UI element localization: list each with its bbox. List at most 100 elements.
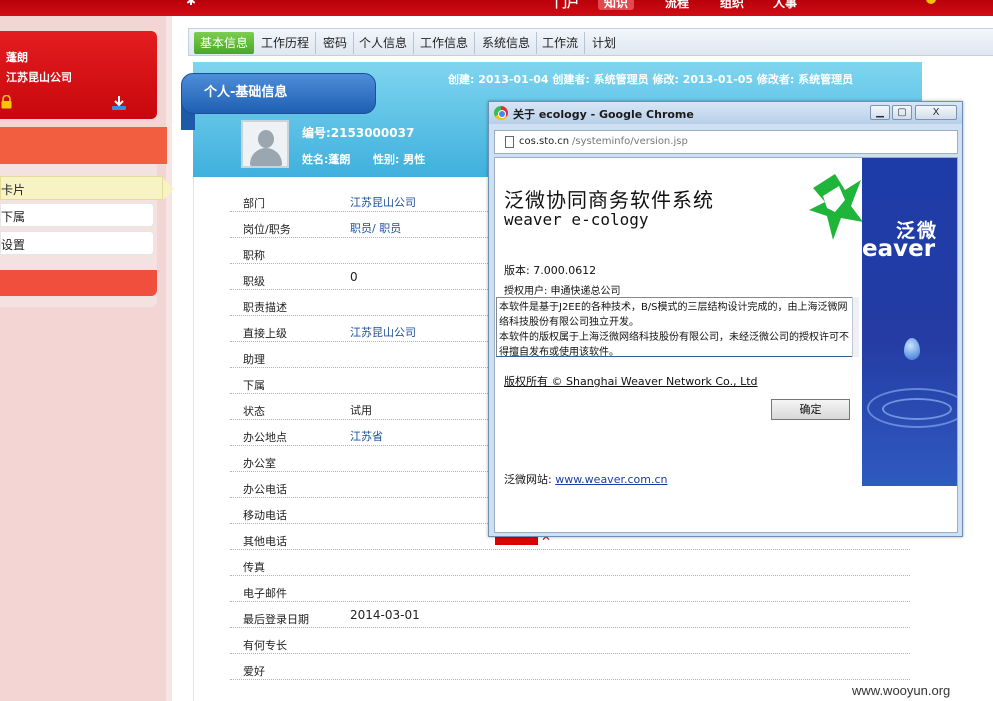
field-value: 2014-03-01 bbox=[350, 608, 420, 622]
address-path: /systeminfo/version.jsp bbox=[572, 136, 688, 147]
field-label: 助理 bbox=[243, 353, 265, 366]
tab-work-history[interactable]: 工作历程 bbox=[255, 32, 317, 54]
about-dialog-window: 关于 ecology - Google Chrome ▁ ▢ X cos.sto… bbox=[488, 101, 963, 537]
menu-item-settings[interactable]: 设置 bbox=[0, 231, 154, 255]
maximize-button[interactable]: ▢ bbox=[892, 105, 912, 120]
field-label: 职责描述 bbox=[243, 301, 287, 314]
logo-en-text: eaver bbox=[862, 236, 936, 262]
dialog-body: 泛微协同商务软件系统 weaver e-cology 版本: 7.000.061… bbox=[494, 157, 958, 533]
table-row: 电子邮件 bbox=[230, 576, 910, 602]
address-bar[interactable]: cos.sto.cn /systeminfo/version.jsp bbox=[494, 130, 958, 154]
nav-item-workflow[interactable]: 流程 bbox=[665, 0, 689, 10]
field-value: 0 bbox=[350, 270, 358, 284]
minimize-button[interactable]: ▁ bbox=[870, 105, 890, 120]
employee-number: 编号:2153000037 bbox=[302, 126, 415, 140]
field-label: 下属 bbox=[243, 379, 265, 392]
dialog-title-bar[interactable]: 关于 ecology - Google Chrome ▁ ▢ X bbox=[489, 102, 962, 124]
nav-item-organization[interactable]: 组织 bbox=[720, 0, 744, 10]
logo-fragment-icon: ✱ bbox=[186, 0, 197, 8]
field-value[interactable]: 江苏省 bbox=[350, 428, 383, 444]
document-icon bbox=[505, 136, 514, 148]
tab-workflow[interactable]: 工作流 bbox=[536, 32, 586, 54]
chrome-icon bbox=[494, 106, 508, 120]
left-menu-footer bbox=[0, 270, 157, 296]
product-name-en: weaver e-cology bbox=[504, 210, 649, 229]
tab-job-info[interactable]: 工作信息 bbox=[414, 32, 476, 54]
ripple-graphic-inner bbox=[882, 398, 952, 420]
water-drop-icon bbox=[904, 338, 920, 360]
weaver-logo-icon bbox=[809, 174, 863, 240]
nav-item-hr[interactable]: 人事 bbox=[773, 0, 797, 10]
user-name: 蓬朗 bbox=[6, 51, 28, 64]
notice-scrollbar[interactable] bbox=[852, 297, 859, 357]
employee-name: 姓名:蓬朗 bbox=[302, 153, 351, 166]
selected-arrow bbox=[163, 178, 174, 200]
section-title: 个人-基础信息 bbox=[204, 85, 288, 100]
website-label: 泛微网站: bbox=[504, 473, 556, 486]
watermark: www.wooyun.org bbox=[852, 683, 951, 698]
tab-basic-info[interactable]: 基本信息 bbox=[194, 32, 255, 54]
field-label: 传真 bbox=[243, 561, 265, 574]
version-text: 版本: 7.000.0612 bbox=[504, 264, 597, 277]
license-notice-line-2: 本软件的版权属于上海泛微网络科技股份有限公司，未经泛微公司的授权许可不得擅自发布… bbox=[499, 332, 849, 358]
menu-item-subordinates-label: 下属 bbox=[1, 210, 26, 224]
tab-plan[interactable]: 计划 bbox=[586, 32, 622, 54]
field-label: 职级 bbox=[243, 275, 265, 288]
field-label: 有何专长 bbox=[243, 639, 287, 652]
field-label: 直接上级 bbox=[243, 327, 287, 340]
website-link[interactable]: www.weaver.com.cn bbox=[555, 473, 667, 486]
ok-button[interactable]: 确定 bbox=[771, 399, 850, 420]
dialog-title: 关于 ecology - Google Chrome bbox=[513, 108, 694, 121]
address-host: cos.sto.cn bbox=[519, 136, 570, 147]
user-company: 江苏昆山公司 bbox=[6, 71, 72, 84]
section-title-pill: 个人-基础信息 bbox=[181, 73, 376, 114]
table-row: 传真 bbox=[230, 550, 910, 576]
field-label: 部门 bbox=[243, 197, 265, 210]
tab-personal-info[interactable]: 个人信息 bbox=[353, 32, 415, 54]
menu-item-card-label: 卡片 bbox=[1, 183, 26, 197]
info-tab-bar: 基本信息 工作历程 密码 个人信息 工作信息 系统信息 工作流 计划 bbox=[188, 28, 993, 56]
field-value[interactable]: 江苏昆山公司 bbox=[350, 194, 416, 210]
employee-sex: 性别: 男性 bbox=[373, 153, 426, 166]
notification-icon[interactable] bbox=[926, 0, 936, 4]
lock-icon[interactable] bbox=[0, 95, 13, 109]
table-row: 爱好 bbox=[230, 654, 910, 680]
field-label: 办公电话 bbox=[243, 483, 287, 496]
field-value[interactable]: 职员/ 职员 bbox=[350, 220, 401, 236]
field-label: 岗位/职务 bbox=[243, 223, 291, 236]
avatar-icon bbox=[241, 120, 289, 168]
left-menu-header bbox=[0, 127, 167, 164]
field-value: 试用 bbox=[350, 404, 372, 417]
close-button[interactable]: X bbox=[915, 105, 957, 120]
license-notice[interactable]: 本软件是基于J2EE的各种技术，B/S模式的三层结构设计完成的，由上海泛微网络科… bbox=[496, 297, 858, 358]
field-label: 状态 bbox=[243, 405, 265, 418]
red-marker bbox=[495, 536, 538, 545]
nav-item-knowledge[interactable]: 知识 bbox=[598, 0, 635, 10]
tab-system-info[interactable]: 系统信息 bbox=[476, 32, 538, 54]
field-label: 职称 bbox=[243, 249, 265, 262]
download-icon[interactable] bbox=[111, 95, 127, 111]
table-row: 最后登录日期 2014-03-01 bbox=[230, 602, 910, 628]
field-label: 办公室 bbox=[243, 457, 276, 470]
license-notice-line-1: 本软件是基于J2EE的各种技术，B/S模式的三层结构设计完成的，由上海泛微网络科… bbox=[499, 302, 848, 328]
top-nav-bar: ✱ 门户 知识 流程 组织 人事 bbox=[0, 0, 993, 16]
brand-panel: 泛微 eaver bbox=[862, 158, 957, 486]
field-label: 移动电话 bbox=[243, 509, 287, 522]
licensee-text: 授权用户: 申通快递总公司 bbox=[504, 286, 621, 297]
field-label: 电子邮件 bbox=[243, 587, 287, 600]
copyright-text: 版权所有 © Shanghai Weaver Network Co., Ltd bbox=[504, 375, 758, 388]
menu-item-subordinates[interactable]: 下属 bbox=[0, 203, 154, 227]
field-label: 爱好 bbox=[243, 665, 265, 678]
nav-item-portal[interactable]: 门户 bbox=[555, 0, 579, 10]
product-name-cn: 泛微协同商务软件系统 bbox=[504, 188, 714, 212]
record-meta: 创建: 2013-01-04 创建者: 系统管理员 修改: 2013-01-05… bbox=[448, 73, 854, 86]
table-row: 有何专长 bbox=[230, 628, 910, 654]
field-label: 其他电话 bbox=[243, 535, 287, 548]
field-value[interactable]: 江苏昆山公司 bbox=[350, 324, 416, 340]
menu-item-card[interactable]: 卡片 bbox=[0, 176, 174, 200]
tab-password[interactable]: 密码 bbox=[317, 32, 355, 54]
user-panel: 蓬朗 江苏昆山公司 bbox=[0, 31, 157, 119]
field-label: 最后登录日期 bbox=[243, 613, 309, 626]
menu-item-settings-label: 设置 bbox=[1, 238, 26, 252]
field-label: 办公地点 bbox=[243, 431, 287, 444]
